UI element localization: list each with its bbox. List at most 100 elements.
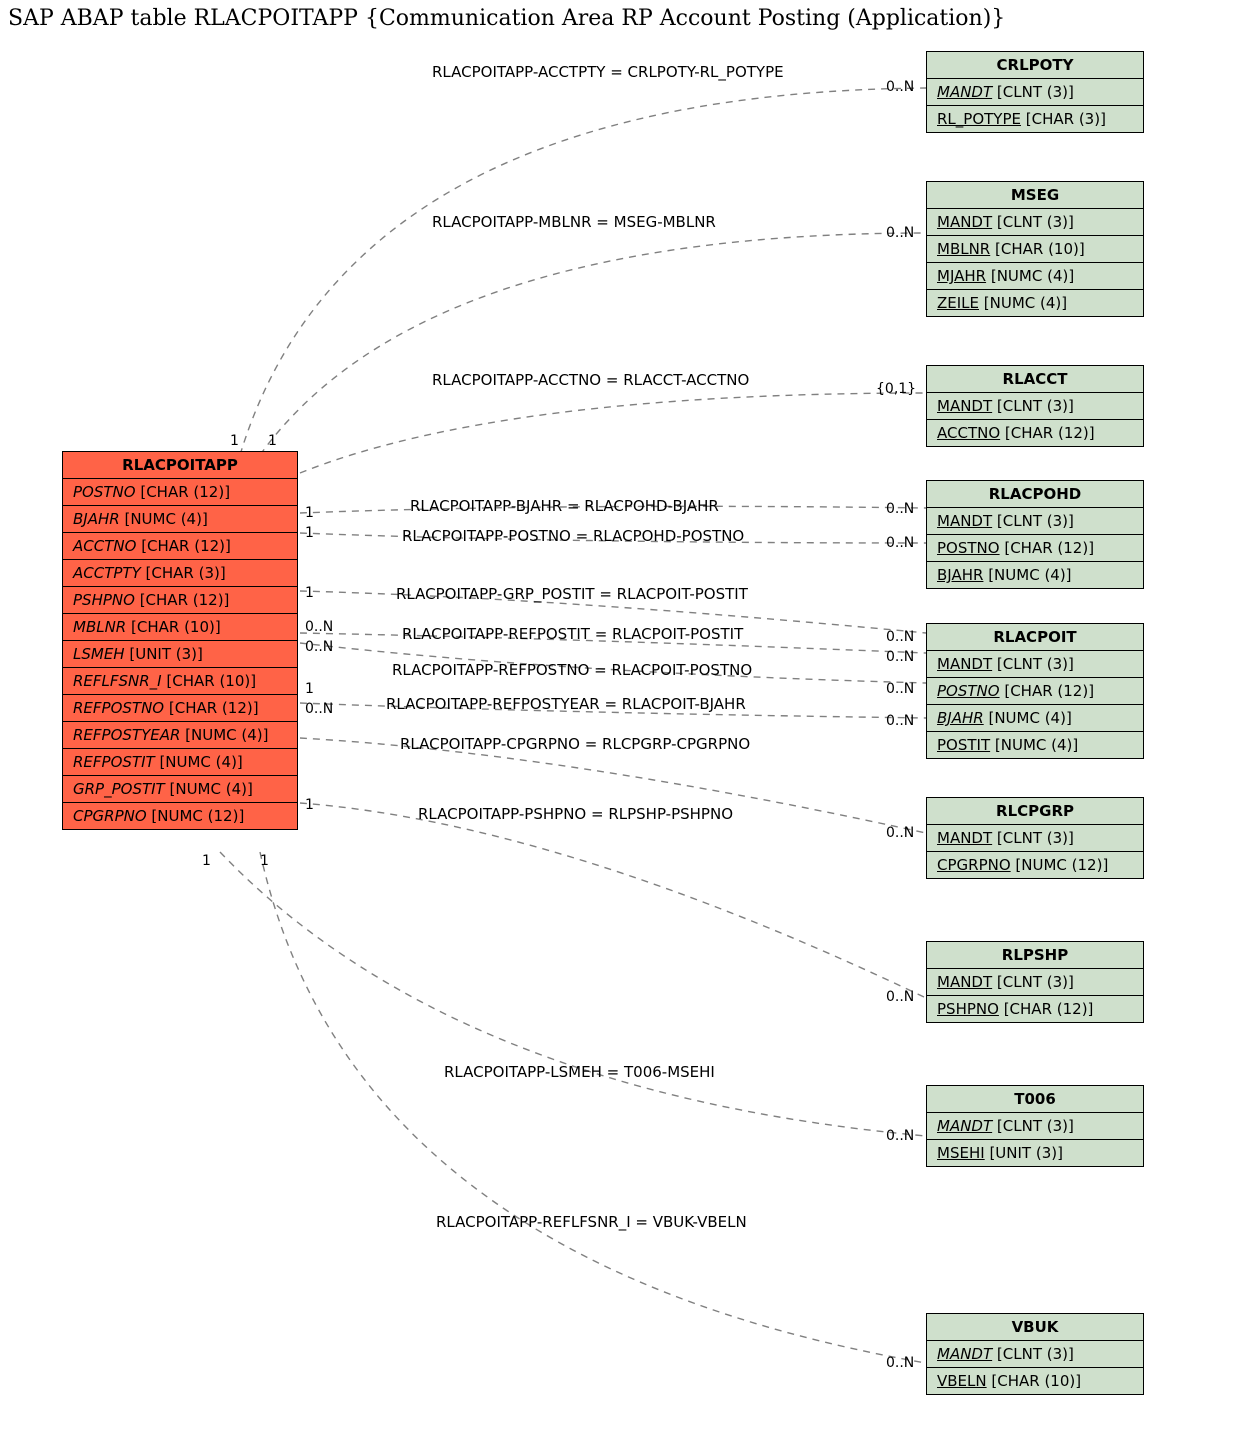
field-name: ZEILE [937,294,979,312]
field-row: RL_POTYPE [CHAR (3)] [927,106,1143,132]
field-type: [NUMC (4)] [159,753,242,771]
field-name: POSTNO [73,483,136,501]
cardinality-right: 0..N [886,535,914,551]
relation-label: RLACPOITAPP-LSMEH = T006-MSEHI [444,1063,715,1081]
cardinality-left: 1 [305,525,314,541]
field-type: [NUMC (4)] [988,709,1071,727]
cardinality-right: 0..N [886,79,914,95]
cardinality-left: 0..N [305,639,333,655]
relation-label: RLACPOITAPP-REFPOSTNO = RLACPOIT-POSTNO [392,661,752,679]
entity-rlcpgrp: RLCPGRP MANDT [CLNT (3)] CPGRPNO [NUMC (… [926,797,1144,879]
cardinality-right: 0..N [886,629,914,645]
field-type: [CHAR (12)] [141,537,231,555]
field-type: [CHAR (12)] [1004,539,1094,557]
field-name: CPGRPNO [937,856,1011,874]
field-name: PSHPNO [73,591,135,609]
entity-header: CRLPOTY [927,52,1143,79]
relation-label: RLACPOITAPP-ACCTPTY = CRLPOTY-RL_POTYPE [432,63,784,81]
field-name: BJAHR [937,709,984,727]
field-row: POSTIT [NUMC (4)] [927,732,1143,758]
field-name: POSTNO [937,539,1000,557]
field-name: MSEHI [937,1144,985,1162]
field-type: [CHAR (10)] [131,618,221,636]
cardinality-left: 1 [260,853,269,869]
field-type: [CLNT (3)] [997,1345,1074,1363]
field-type: [CHAR (12)] [1004,682,1094,700]
field-row: CPGRPNO [NUMC (12)] [927,852,1143,878]
field-name: MANDT [937,973,992,991]
field-row: PSHPNO [CHAR (12)] [63,587,297,614]
field-type: [CHAR (10)] [995,240,1085,258]
field-name: MANDT [937,1117,992,1135]
field-name: LSMEH [73,645,125,663]
field-row: ACCTNO [CHAR (12)] [927,420,1143,446]
field-name: REFPOSTIT [73,753,155,771]
entity-header: RLCPGRP [927,798,1143,825]
field-name: ACCTNO [937,424,1000,442]
field-name: REFPOSTNO [73,699,164,717]
cardinality-right: 0..N [886,1128,914,1144]
field-type: [NUMC (4)] [988,566,1071,584]
field-name: ACCTNO [73,537,136,555]
field-name: MANDT [937,512,992,530]
field-type: [NUMC (4)] [170,780,253,798]
field-row: POSTNO [CHAR (12)] [63,479,297,506]
field-row: ACCTNO [CHAR (12)] [63,533,297,560]
field-row: ZEILE [NUMC (4)] [927,290,1143,316]
field-name: MANDT [937,829,992,847]
field-name: MANDT [937,213,992,231]
cardinality-right: 0..N [886,825,914,841]
entity-header: VBUK [927,1314,1143,1341]
cardinality-left: 0..N [305,701,333,717]
field-row: MANDT [CLNT (3)] [927,393,1143,420]
field-name: ACCTPTY [73,564,141,582]
field-type: [CHAR (12)] [1004,1000,1094,1018]
field-type: [NUMC (4)] [185,726,268,744]
entity-header: RLPSHP [927,942,1143,969]
field-row: REFPOSTNO [CHAR (12)] [63,695,297,722]
entity-header: MSEG [927,182,1143,209]
entity-header: RLACPOHD [927,481,1143,508]
relation-label: RLACPOITAPP-REFPOSTIT = RLACPOIT-POSTIT [402,625,743,643]
field-type: [CHAR (10)] [991,1372,1081,1390]
field-type: [CHAR (10)] [166,672,256,690]
cardinality-left: 1 [305,585,314,601]
field-type: [NUMC (12)] [151,807,244,825]
cardinality-left: 1 [305,797,314,813]
relation-label: RLACPOITAPP-REFLFSNR_I = VBUK-VBELN [436,1213,747,1231]
field-type: [CLNT (3)] [997,829,1074,847]
field-type: [CHAR (12)] [140,483,230,501]
cardinality-left: 1 [230,433,239,449]
field-name: GRP_POSTIT [73,780,165,798]
relation-label: RLACPOITAPP-GRP_POSTIT = RLACPOIT-POSTIT [396,585,748,603]
field-type: [NUMC (4)] [995,736,1078,754]
field-row: MJAHR [NUMC (4)] [927,263,1143,290]
field-type: [CLNT (3)] [997,83,1074,101]
field-name: PSHPNO [937,1000,999,1018]
entity-header: RLACPOITAPP [63,452,297,479]
field-type: [CLNT (3)] [997,512,1074,530]
field-row: POSTNO [CHAR (12)] [927,678,1143,705]
field-row: MBLNR [CHAR (10)] [63,614,297,641]
entity-rlacpoit: RLACPOIT MANDT [CLNT (3)] POSTNO [CHAR (… [926,623,1144,759]
field-type: [NUMC (4)] [124,510,207,528]
field-row: MANDT [CLNT (3)] [927,969,1143,996]
field-row: MANDT [CLNT (3)] [927,825,1143,852]
cardinality-right: {0,1} [876,381,916,397]
cardinality-right: 0..N [886,713,914,729]
field-row: GRP_POSTIT [NUMC (4)] [63,776,297,803]
field-row: REFPOSTYEAR [NUMC (4)] [63,722,297,749]
cardinality-left: 1 [202,853,211,869]
cardinality-left: 1 [305,505,314,521]
field-row: MANDT [CLNT (3)] [927,508,1143,535]
cardinality-left: 1 [268,433,277,449]
entity-vbuk: VBUK MANDT [CLNT (3)] VBELN [CHAR (10)] [926,1313,1144,1395]
entity-crlpoty: CRLPOTY MANDT [CLNT (3)] RL_POTYPE [CHAR… [926,51,1144,133]
field-type: [CHAR (3)] [146,564,226,582]
field-row: REFPOSTIT [NUMC (4)] [63,749,297,776]
relation-label: RLACPOITAPP-BJAHR = RLACPOHD-BJAHR [410,497,719,515]
field-row: BJAHR [NUMC (4)] [927,705,1143,732]
field-name: BJAHR [937,566,983,584]
diagram-canvas: RLACPOITAPP POSTNO [CHAR (12)] BJAHR [NU… [0,33,1239,1443]
cardinality-right: 0..N [886,225,914,241]
